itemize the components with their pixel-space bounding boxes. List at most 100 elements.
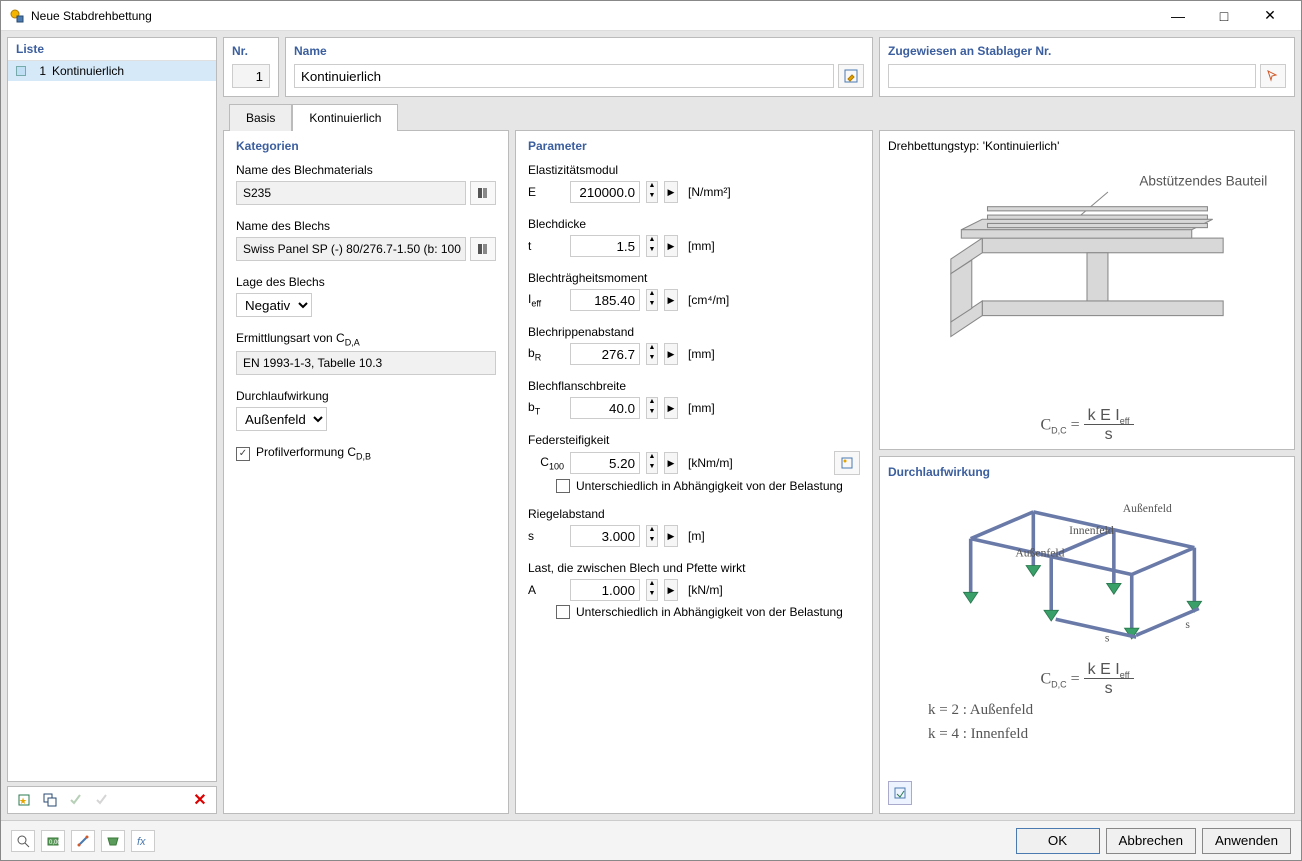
dialog-window: Neue Stabdrehbettung — □ ✕ Liste 1 Konti… bbox=[0, 0, 1302, 861]
c100-edit-button[interactable] bbox=[834, 451, 860, 475]
material-label: Name des Blechmaterials bbox=[236, 163, 496, 177]
exclude-button bbox=[90, 789, 114, 811]
a-diff-checkbox[interactable] bbox=[556, 605, 570, 619]
br-menu-button[interactable]: ▶ bbox=[664, 343, 678, 365]
name-field[interactable] bbox=[294, 64, 834, 88]
t-symbol: t bbox=[528, 239, 564, 253]
svg-text:fx: fx bbox=[137, 836, 146, 848]
footer-function-button[interactable]: fx bbox=[131, 830, 155, 852]
frame-diagram: Außenfeld Innenfeld Außenfeld s s bbox=[888, 485, 1286, 655]
close-button[interactable]: ✕ bbox=[1247, 1, 1293, 31]
app-icon bbox=[9, 8, 25, 24]
svg-text:0,00: 0,00 bbox=[49, 840, 60, 846]
sheet-label: Name des Blechs bbox=[236, 219, 496, 233]
new-button[interactable]: ★ bbox=[12, 789, 36, 811]
a-menu-button[interactable]: ▶ bbox=[664, 579, 678, 601]
c100-diff-checkbox[interactable] bbox=[556, 479, 570, 493]
bt-menu-button[interactable]: ▶ bbox=[664, 397, 678, 419]
aussenfeld-label-2: Außenfeld bbox=[1015, 547, 1064, 560]
bt-spinner[interactable]: ▲▼ bbox=[646, 397, 658, 419]
nr-field bbox=[232, 64, 270, 88]
bt-input[interactable] bbox=[570, 397, 640, 419]
tabs: Basis Kontinuierlich Kategorien Name des… bbox=[223, 103, 1295, 814]
footer-member-button[interactable] bbox=[71, 830, 95, 852]
s-dim-1: s bbox=[1185, 618, 1190, 631]
i-unit: [cm⁴/m] bbox=[688, 293, 729, 307]
continuity-diagram-panel: Durchlaufwirkung bbox=[879, 456, 1295, 814]
categories-panel: Kategorien Name des Blechmaterials S235 … bbox=[223, 130, 509, 814]
i-symbol: Ieff bbox=[528, 292, 564, 308]
a-input[interactable] bbox=[570, 579, 640, 601]
position-select[interactable]: Negativ bbox=[236, 293, 312, 317]
i-menu-button[interactable]: ▶ bbox=[664, 289, 678, 311]
maximize-button[interactable]: □ bbox=[1201, 1, 1247, 31]
ok-button[interactable]: OK bbox=[1016, 828, 1100, 854]
bt-label: Blechflanschbreite bbox=[528, 379, 860, 393]
e-input[interactable] bbox=[570, 181, 640, 203]
e-spinner[interactable]: ▲▼ bbox=[646, 181, 658, 203]
t-spinner[interactable]: ▲▼ bbox=[646, 235, 658, 257]
footer-view-button[interactable] bbox=[101, 830, 125, 852]
a-spinner[interactable]: ▲▼ bbox=[646, 579, 658, 601]
tab-kontinuierlich[interactable]: Kontinuierlich bbox=[292, 104, 398, 131]
tab-basis[interactable]: Basis bbox=[229, 104, 292, 131]
k2-text: k = 2 : Außenfeld bbox=[928, 698, 1286, 722]
diagram-tool-button[interactable] bbox=[888, 781, 912, 805]
type-diagram-panel: Drehbettungstyp: 'Kontinuierlich' Abstüt… bbox=[879, 130, 1295, 450]
s-unit: [m] bbox=[688, 529, 705, 543]
a-symbol: A bbox=[528, 583, 564, 597]
footer-search-button[interactable] bbox=[11, 830, 35, 852]
c100-menu-button[interactable]: ▶ bbox=[664, 452, 678, 474]
i-input[interactable] bbox=[570, 289, 640, 311]
apply-button[interactable]: Anwenden bbox=[1202, 828, 1291, 854]
list-item-number: 1 bbox=[32, 64, 46, 78]
parameter-panel: Parameter Elastizitätsmodul E ▲▼ ▶ [N/mm… bbox=[515, 130, 873, 814]
profile-deformation-label: Profilverformung CD,B bbox=[256, 445, 371, 461]
pick-button[interactable] bbox=[1260, 64, 1286, 88]
e-unit: [N/mm²] bbox=[688, 185, 731, 199]
sheet-library-button[interactable] bbox=[470, 237, 496, 261]
e-symbol: E bbox=[528, 185, 564, 199]
footer: 0,00 fx OK Abbrechen Anwenden bbox=[1, 820, 1301, 860]
continuity-diagram-title: Durchlaufwirkung bbox=[888, 465, 1286, 479]
name-label: Name bbox=[294, 44, 864, 58]
s-menu-button[interactable]: ▶ bbox=[664, 525, 678, 547]
i-spinner[interactable]: ▲▼ bbox=[646, 289, 658, 311]
nr-box: Nr. bbox=[223, 37, 279, 97]
window-controls: — □ ✕ bbox=[1155, 1, 1293, 31]
list-item[interactable]: 1 Kontinuierlich bbox=[8, 61, 216, 81]
t-menu-button[interactable]: ▶ bbox=[664, 235, 678, 257]
svg-text:★: ★ bbox=[19, 796, 27, 806]
formula-cdc: CD,C = k E Ieffs bbox=[888, 407, 1286, 444]
cancel-button[interactable]: Abbrechen bbox=[1106, 828, 1196, 854]
footer-units-button[interactable]: 0,00 bbox=[41, 830, 65, 852]
minimize-button[interactable]: — bbox=[1155, 1, 1201, 31]
material-library-button[interactable] bbox=[470, 181, 496, 205]
c100-input[interactable] bbox=[570, 452, 640, 474]
right-column: Nr. Name Zugewiesen an Stablager Nr. bbox=[223, 37, 1295, 814]
s-spinner[interactable]: ▲▼ bbox=[646, 525, 658, 547]
e-menu-button[interactable]: ▶ bbox=[664, 181, 678, 203]
i-label: Blechträgheitsmoment bbox=[528, 271, 860, 285]
br-spinner[interactable]: ▲▼ bbox=[646, 343, 658, 365]
continuity-label: Durchlaufwirkung bbox=[236, 389, 496, 403]
t-input[interactable] bbox=[570, 235, 640, 257]
bt-symbol: bT bbox=[528, 400, 564, 416]
s-input[interactable] bbox=[570, 525, 640, 547]
profile-deformation-checkbox[interactable]: ✓ bbox=[236, 447, 250, 461]
t-unit: [mm] bbox=[688, 239, 715, 253]
copy-button[interactable] bbox=[38, 789, 62, 811]
list-heading: Liste bbox=[8, 38, 216, 61]
method-field: EN 1993-1-3, Tabelle 10.3 bbox=[236, 351, 496, 375]
br-input[interactable] bbox=[570, 343, 640, 365]
rename-button[interactable] bbox=[838, 64, 864, 88]
titlebar: Neue Stabdrehbettung — □ ✕ bbox=[1, 1, 1301, 31]
c100-diff-label: Unterschiedlich in Abhängigkeit von der … bbox=[576, 479, 843, 493]
continuity-select[interactable]: Außenfeld bbox=[236, 407, 327, 431]
parameter-title: Parameter bbox=[528, 139, 860, 153]
br-label: Blechrippenabstand bbox=[528, 325, 860, 339]
c100-spinner[interactable]: ▲▼ bbox=[646, 452, 658, 474]
delete-button[interactable]: ✕ bbox=[188, 789, 212, 811]
assign-box: Zugewiesen an Stablager Nr. bbox=[879, 37, 1295, 97]
assign-field[interactable] bbox=[888, 64, 1256, 88]
